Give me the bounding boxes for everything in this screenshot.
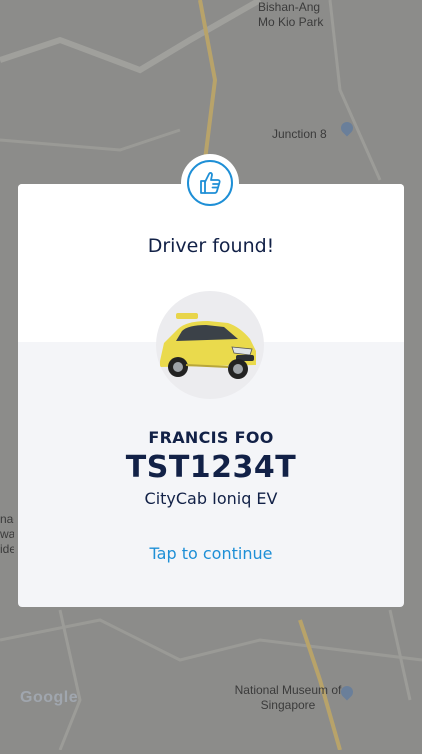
thumbs-up-icon — [187, 160, 233, 206]
google-logo: Google — [20, 689, 79, 706]
vehicle-description: CityCab Ioniq EV — [144, 489, 278, 508]
modal-title: Driver found! — [147, 235, 275, 257]
map-label-junction: Junction 8 — [272, 127, 327, 141]
map-label-park: Bishan-Ang Mo Kio Park — [258, 0, 324, 29]
plate-number: TST1234T — [125, 450, 297, 485]
tap-to-continue-button[interactable]: Tap to continue — [128, 544, 294, 563]
driver-name: FRANCIS FOO — [148, 428, 274, 447]
badge-circle — [181, 154, 239, 212]
yellow-taxi-car-image — [156, 291, 264, 399]
map-label-museum: National Museum of Singapore — [234, 683, 342, 712]
map-label-left: nad war ide — [0, 512, 14, 556]
